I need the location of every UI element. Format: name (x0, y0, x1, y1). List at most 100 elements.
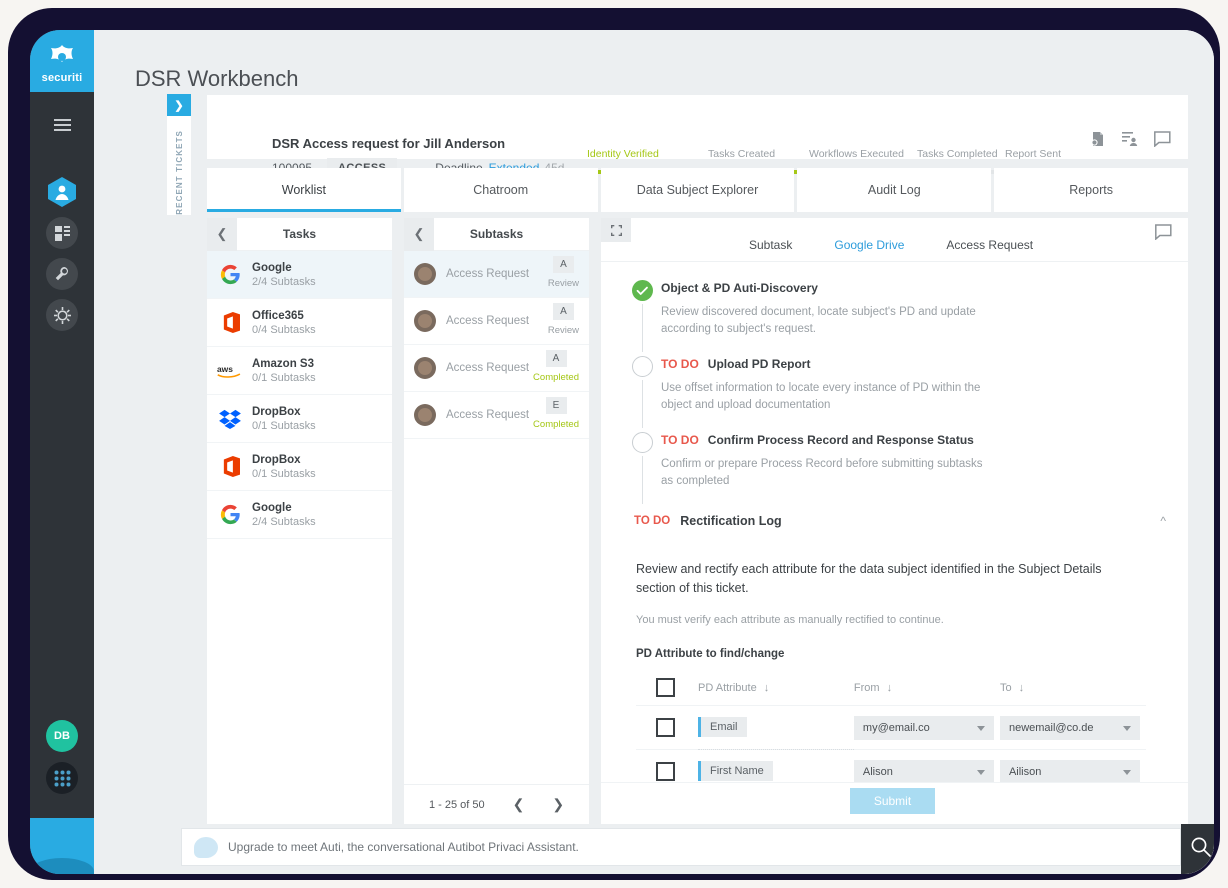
recent-tickets-drawer[interactable]: ❯ RECENT TICKETS (167, 94, 191, 215)
subtask-name: Access Request (446, 409, 530, 421)
step-description: Use offset information to locate every i… (661, 382, 981, 411)
step-title: TO DO Confirm Process Record and Response… (661, 430, 1188, 447)
dashboard-icon[interactable] (46, 217, 78, 249)
task-row[interactable]: DropBox 0/1 Subtasks (207, 395, 392, 443)
breadcrumb-item-source[interactable]: Google Drive (834, 238, 904, 252)
document-icon[interactable] (1090, 131, 1106, 147)
chevron-down-icon (976, 725, 985, 731)
avatar (414, 310, 436, 332)
subtask-row[interactable]: Access Request A Review (404, 251, 589, 298)
avatar (414, 263, 436, 285)
office365-icon (217, 310, 243, 336)
from-select[interactable]: my@email.co (853, 715, 994, 740)
chevron-right-icon[interactable]: ❯ (552, 796, 564, 813)
table-row[interactable]: Email my@email.co newemail@co.de (636, 706, 1146, 750)
arrow-down-icon: ↓ (763, 681, 770, 694)
privaci-hex-icon[interactable] (46, 176, 78, 208)
column-header-to[interactable]: To ↓ (1000, 682, 1146, 694)
subtask-status: A Completed (533, 350, 579, 385)
avatar (414, 357, 436, 379)
chevron-down-icon (1122, 769, 1131, 775)
search-icon[interactable] (1190, 836, 1212, 862)
checklist-step[interactable]: TO DO Confirm Process Record and Response… (601, 430, 1188, 506)
step-label-3[interactable]: Tasks Completed (917, 148, 998, 160)
chat-input[interactable]: Upgrade to meet Auti, the conversational… (228, 840, 579, 854)
task-row[interactable]: DropBox 0/1 Subtasks (207, 443, 392, 491)
column-label: PD Attribute (698, 681, 757, 694)
tab-reports[interactable]: Reports (994, 168, 1188, 212)
step-label-4[interactable]: Report Sent (1005, 148, 1061, 160)
assign-user-icon[interactable] (1122, 131, 1138, 147)
tasks-panel-header: ❮ Tasks (207, 217, 392, 251)
attribute-chip: First Name (698, 761, 773, 781)
subtask-name: Access Request (446, 362, 530, 374)
step-label-1[interactable]: Tasks Created (708, 148, 775, 160)
subtasks-panel: ❮ Subtasks Access Request A Review Acces… (404, 217, 589, 824)
select-all-checkbox[interactable] (656, 678, 675, 697)
subtask-row[interactable]: Access Request E Completed (404, 392, 589, 439)
chevron-left-icon[interactable]: ❮ (404, 217, 434, 251)
empty-circle-icon[interactable] (632, 356, 653, 377)
chat-input-wrapper[interactable]: Upgrade to meet Auti, the conversational… (181, 828, 1181, 866)
fullscreen-icon[interactable] (601, 218, 631, 242)
ticket-title: DSR Access request for Jill Anderson (272, 136, 506, 151)
empty-circle-icon[interactable] (632, 432, 653, 453)
subtask-status-label: Review (547, 278, 579, 289)
row-checkbox[interactable] (656, 718, 675, 737)
securiti-logo-icon (49, 44, 75, 70)
submit-bar: Submit (601, 782, 1188, 824)
task-name: DropBox (252, 405, 301, 418)
comment-icon[interactable] (1154, 131, 1171, 148)
row-checkbox[interactable] (656, 762, 675, 781)
page-canvas: DSR Workbench ❯ RECENT TICKETS DSR Acces… (94, 30, 1214, 874)
column-header-from[interactable]: From ↓ (854, 682, 1000, 694)
task-row[interactable]: aws Amazon S3 0/1 Subtasks (207, 347, 392, 395)
wrench-icon[interactable] (46, 258, 78, 290)
task-name: DropBox (252, 453, 301, 466)
chevron-left-icon[interactable]: ❮ (207, 217, 237, 251)
task-subtasks: 0/1 Subtasks (252, 419, 316, 432)
to-select[interactable]: newemail@co.de (999, 715, 1140, 740)
task-subtasks: 0/1 Subtasks (252, 371, 316, 384)
step-description: Confirm or prepare Process Record before… (661, 458, 983, 487)
avatar[interactable]: DB (46, 720, 78, 752)
task-row[interactable]: Office365 0/4 Subtasks (207, 299, 392, 347)
subtask-detail-panel: Subtask Google Drive Access Request Obje… (601, 218, 1188, 824)
rectification-log-header[interactable]: TO DO Rectification Log ^ (601, 510, 1188, 532)
checklist-step[interactable]: TO DO Upload PD Report Use offset informa… (601, 354, 1188, 430)
task-name: Google (252, 501, 292, 514)
comment-icon[interactable] (1155, 224, 1172, 245)
app-grid-icon[interactable] (46, 762, 78, 794)
todo-tag: TO DO (634, 515, 671, 527)
task-row[interactable]: Google 2/4 Subtasks (207, 251, 392, 299)
step-label-2[interactable]: Workflows Executed (809, 148, 904, 160)
arrow-down-icon: ↓ (886, 681, 893, 694)
to-value: newemail@co.de (1008, 721, 1094, 734)
breadcrumb-item-type[interactable]: Access Request (946, 238, 1033, 252)
chevron-left-icon[interactable]: ❮ (513, 796, 525, 813)
device-bezel: securiti DB DSR Workbench ❯ RECENT TICKE… (8, 8, 1220, 880)
hamburger-icon[interactable] (30, 102, 94, 148)
subtask-row[interactable]: Access Request A Review (404, 298, 589, 345)
chevron-up-icon[interactable]: ^ (1160, 514, 1166, 528)
column-header-attribute[interactable]: PD Attribute ↓ (698, 682, 854, 694)
brand-logo[interactable]: securiti (30, 30, 94, 92)
breadcrumb-item-subtask[interactable]: Subtask (749, 238, 792, 252)
task-subtasks: 2/4 Subtasks (252, 275, 316, 288)
tasks-panel-title: Tasks (282, 227, 317, 241)
tab-data-subject-explorer[interactable]: Data Subject Explorer (600, 168, 795, 212)
checklist-step[interactable]: Object & PD Auti-Discovery Review discov… (601, 278, 1188, 354)
step-label-0[interactable]: Identity Verified (587, 148, 659, 160)
submit-button[interactable]: Submit (850, 788, 935, 814)
chat-bubble-icon (194, 836, 218, 858)
settings-gear-icon[interactable] (46, 299, 78, 331)
tab-worklist[interactable]: Worklist (207, 168, 401, 212)
subtask-row[interactable]: Access Request A Completed (404, 345, 589, 392)
chevron-right-icon[interactable]: ❯ (167, 94, 191, 116)
task-row[interactable]: Google 2/4 Subtasks (207, 491, 392, 539)
subtasks-panel-header: ❮ Subtasks (404, 217, 589, 251)
tab-chatroom[interactable]: Chatroom (403, 168, 598, 212)
tab-audit-log[interactable]: Audit Log (797, 168, 992, 212)
from-select[interactable]: Alison (853, 759, 994, 784)
to-select[interactable]: Ailison (999, 759, 1140, 784)
